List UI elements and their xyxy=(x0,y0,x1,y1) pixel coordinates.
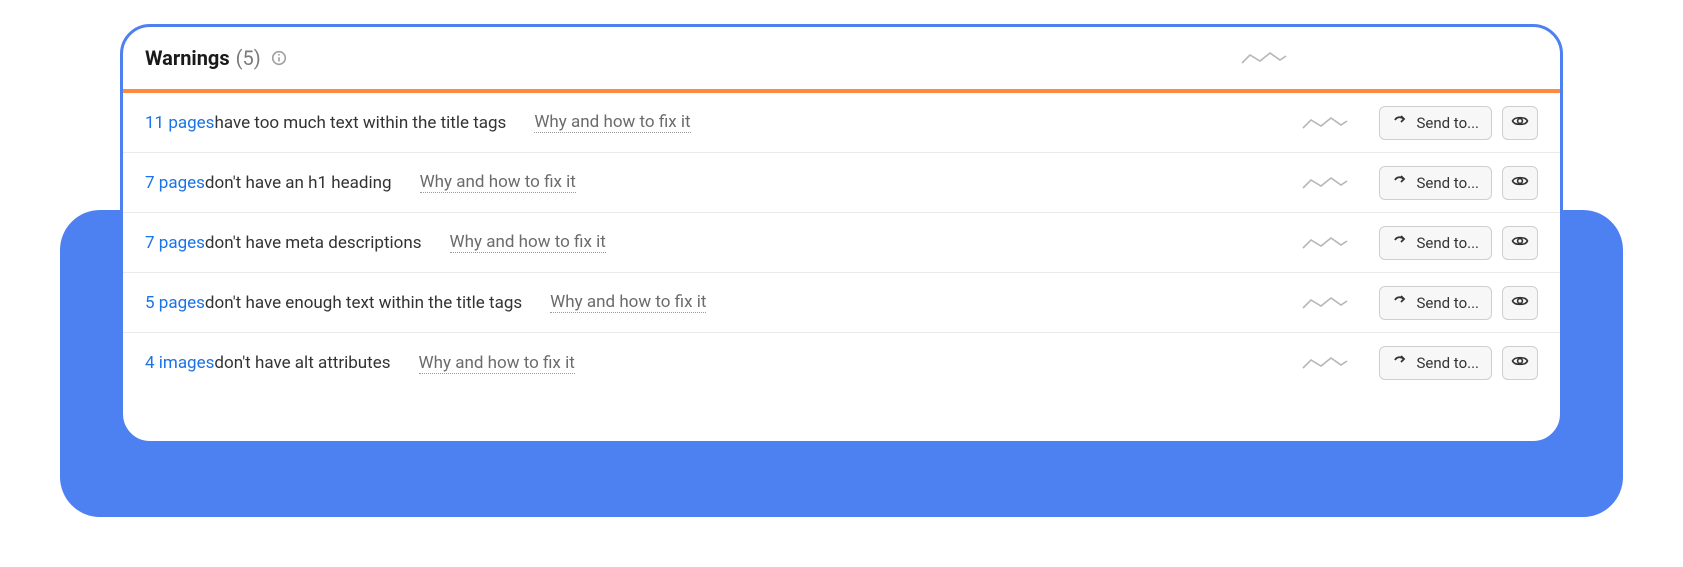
row-actions: Send to... xyxy=(1379,166,1538,200)
send-to-button[interactable]: Send to... xyxy=(1379,166,1492,200)
send-to-button[interactable]: Send to... xyxy=(1379,286,1492,320)
send-to-label: Send to... xyxy=(1416,354,1479,372)
info-icon[interactable] xyxy=(271,50,287,66)
why-how-link[interactable]: Why and how to fix it xyxy=(420,172,576,193)
warning-message: don't have meta descriptions xyxy=(205,233,422,253)
warning-row: 11 pages have too much text within the t… xyxy=(123,93,1560,153)
warnings-panel: Warnings (5) 11 pages have too much text… xyxy=(120,24,1563,444)
view-button[interactable] xyxy=(1502,106,1538,140)
page-count-link[interactable]: 5 pages xyxy=(145,293,205,313)
trend-sparkline-icon xyxy=(1301,113,1349,133)
arrow-right-icon xyxy=(1392,233,1416,253)
send-to-button[interactable]: Send to... xyxy=(1379,106,1492,140)
warning-message: don't have enough text within the title … xyxy=(205,293,522,313)
eye-icon xyxy=(1511,292,1529,314)
panel-title: Warnings xyxy=(145,46,230,70)
warning-message: don't have an h1 heading xyxy=(205,173,392,193)
arrow-right-icon xyxy=(1392,293,1416,313)
why-how-link[interactable]: Why and how to fix it xyxy=(534,112,690,133)
send-to-button[interactable]: Send to... xyxy=(1379,226,1492,260)
page-count-link[interactable]: 4 images xyxy=(145,353,214,373)
page-count-link[interactable]: 7 pages xyxy=(145,173,205,193)
eye-icon xyxy=(1511,172,1529,194)
warning-row: 7 pages don't have meta descriptions Why… xyxy=(123,213,1560,273)
panel-count: (5) xyxy=(236,46,261,70)
row-actions: Send to... xyxy=(1379,286,1538,320)
eye-icon xyxy=(1511,112,1529,134)
trend-sparkline-icon xyxy=(1301,233,1349,253)
page-count-link[interactable]: 7 pages xyxy=(145,233,205,253)
view-button[interactable] xyxy=(1502,346,1538,380)
row-actions: Send to... xyxy=(1379,226,1538,260)
send-to-label: Send to... xyxy=(1416,174,1479,192)
arrow-right-icon xyxy=(1392,353,1416,373)
panel-header: Warnings (5) xyxy=(123,27,1560,89)
row-actions: Send to... xyxy=(1379,106,1538,140)
send-to-button[interactable]: Send to... xyxy=(1379,346,1492,380)
send-to-label: Send to... xyxy=(1416,114,1479,132)
send-to-label: Send to... xyxy=(1416,234,1479,252)
why-how-link[interactable]: Why and how to fix it xyxy=(450,232,606,253)
eye-icon xyxy=(1511,232,1529,254)
warning-row: 4 images don't have alt attributes Why a… xyxy=(123,333,1560,393)
arrow-right-icon xyxy=(1392,113,1416,133)
arrow-right-icon xyxy=(1392,173,1416,193)
warning-row: 5 pages don't have enough text within th… xyxy=(123,273,1560,333)
page-count-link[interactable]: 11 pages xyxy=(145,113,214,133)
warnings-rows: 11 pages have too much text within the t… xyxy=(123,93,1560,393)
send-to-label: Send to... xyxy=(1416,294,1479,312)
trend-sparkline-icon xyxy=(1301,173,1349,193)
warning-message: don't have alt attributes xyxy=(214,353,390,373)
trend-sparkline-icon xyxy=(1301,353,1349,373)
warning-message: have too much text within the title tags xyxy=(214,113,506,133)
why-how-link[interactable]: Why and how to fix it xyxy=(550,292,706,313)
trend-sparkline-icon xyxy=(1301,293,1349,313)
trend-sparkline-icon xyxy=(1240,48,1288,68)
view-button[interactable] xyxy=(1502,166,1538,200)
view-button[interactable] xyxy=(1502,226,1538,260)
view-button[interactable] xyxy=(1502,286,1538,320)
row-actions: Send to... xyxy=(1379,346,1538,380)
eye-icon xyxy=(1511,352,1529,374)
why-how-link[interactable]: Why and how to fix it xyxy=(419,353,575,374)
warning-row: 7 pages don't have an h1 heading Why and… xyxy=(123,153,1560,213)
